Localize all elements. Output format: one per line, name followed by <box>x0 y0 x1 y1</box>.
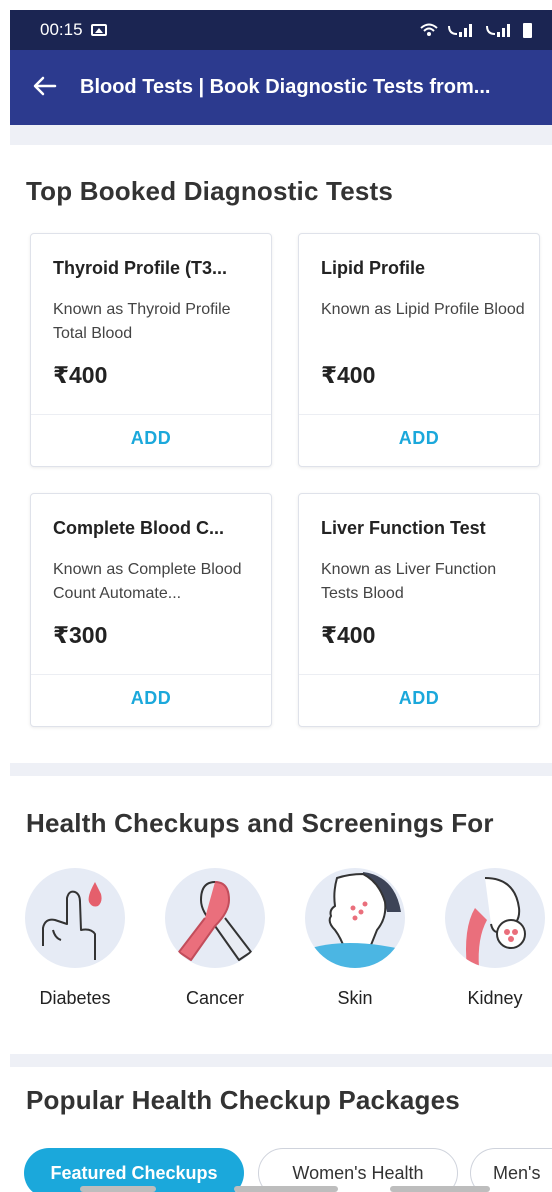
category-cancer[interactable]: Cancer <box>160 868 270 1008</box>
add-button[interactable]: ADD <box>31 688 271 709</box>
test-price: ₹400 <box>321 622 376 648</box>
test-description: Known as Complete Blood Count Automate..… <box>53 561 242 602</box>
test-description: Known as Lipid Profile Blood <box>321 301 525 318</box>
card-divider <box>299 674 539 675</box>
section-divider <box>10 763 552 776</box>
test-price: ₹300 <box>53 622 108 648</box>
test-name: Liver Function Test <box>321 518 486 538</box>
finger-blood-drop-icon <box>25 868 125 968</box>
category-skin[interactable]: Skin <box>300 868 410 1008</box>
nav-hint <box>234 1186 338 1192</box>
page-title: Blood Tests | Book Diagnostic Tests from… <box>80 76 491 98</box>
back-arrow-icon[interactable] <box>10 72 80 103</box>
signal-icon-2 <box>486 24 510 37</box>
test-card-cbc[interactable]: Complete Blood C... Known as Complete Bl… <box>30 493 272 727</box>
card-divider <box>299 414 539 415</box>
add-button[interactable]: ADD <box>299 688 539 709</box>
status-time: 00:15 <box>40 20 83 39</box>
section-divider <box>10 125 552 145</box>
card-divider <box>31 674 271 675</box>
add-button[interactable]: ADD <box>299 428 539 449</box>
test-name: Complete Blood C... <box>53 518 224 538</box>
test-description: Known as Thyroid Profile Total Blood <box>53 301 231 342</box>
test-price: ₹400 <box>321 362 376 388</box>
test-description: Known as Liver Function Tests Blood <box>321 561 497 602</box>
category-label: Skin <box>337 988 373 1008</box>
test-card-liver[interactable]: Liver Function Test Known as Liver Funct… <box>298 493 540 727</box>
test-price: ₹400 <box>53 362 108 388</box>
category-label: Cancer <box>185 988 245 1008</box>
image-icon <box>90 24 107 36</box>
add-button[interactable]: ADD <box>31 428 271 449</box>
signal-icon <box>448 24 472 37</box>
kidney-icon <box>445 868 545 968</box>
test-name: Lipid Profile <box>321 258 426 278</box>
face-skin-icon <box>305 868 405 968</box>
test-card-thyroid[interactable]: Thyroid Profile (T3... Known as Thyroid … <box>30 233 272 467</box>
category-label: Kidney <box>467 988 523 1008</box>
status-bar: 00:15 <box>10 10 552 50</box>
status-icons <box>419 22 532 38</box>
card-divider <box>31 414 271 415</box>
category-kidney[interactable]: Kidney <box>440 868 550 1008</box>
category-label: Diabetes <box>39 988 111 1008</box>
nav-hint <box>390 1186 490 1192</box>
top-tests-title: Top Booked Diagnostic Tests <box>26 176 394 206</box>
section-divider <box>10 1054 552 1067</box>
checkups-title: Health Checkups and Screenings For <box>26 808 494 838</box>
awareness-ribbon-icon <box>165 868 265 968</box>
test-name: Thyroid Profile (T3... <box>53 258 228 278</box>
test-card-lipid[interactable]: Lipid Profile Known as Lipid Profile Blo… <box>298 233 540 467</box>
battery-icon <box>523 22 532 38</box>
wifi-calling-icon <box>420 23 438 36</box>
nav-hint <box>80 1186 156 1192</box>
category-diabetes[interactable]: Diabetes <box>20 868 130 1008</box>
app-bar: Blood Tests | Book Diagnostic Tests from… <box>10 50 552 125</box>
packages-title: Popular Health Checkup Packages <box>26 1085 460 1115</box>
